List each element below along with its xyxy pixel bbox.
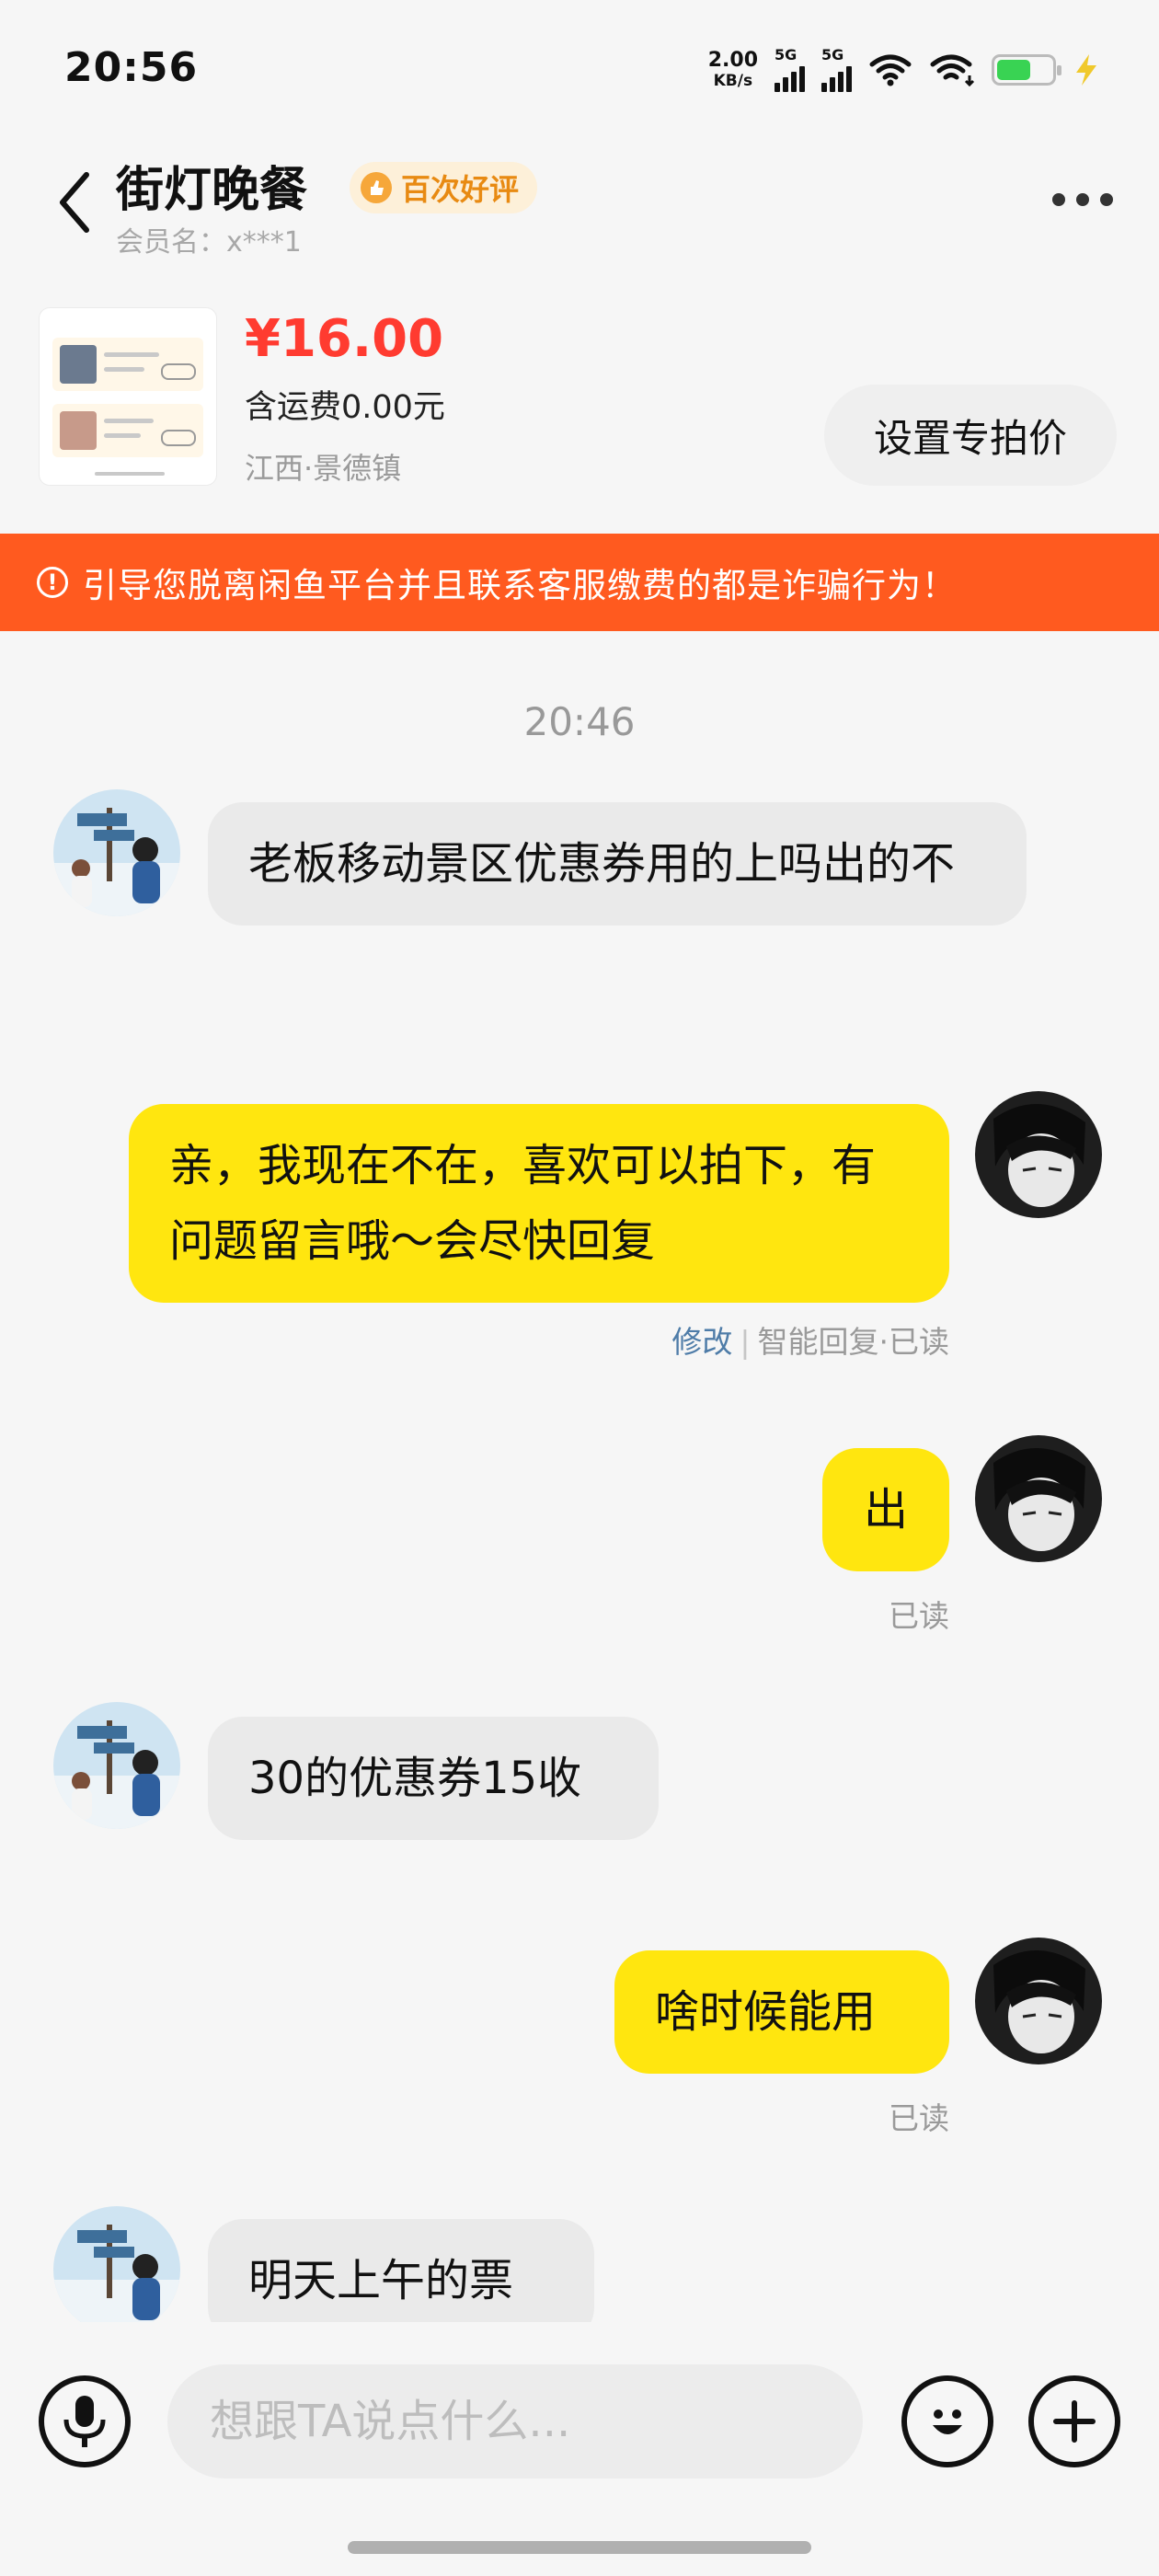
seller-name[interactable]: 街灯晚餐: [116, 151, 307, 220]
back-button[interactable]: [52, 166, 98, 239]
message-bubble-out[interactable]: 出: [822, 1448, 949, 1571]
signal-label: 5G: [775, 46, 798, 63]
status-icons: 2.00 KB/s 5G 5G: [708, 46, 1100, 92]
message-meta: 修改 | 智能回复·已读: [671, 1317, 949, 1362]
member-name: 会员名：x***1: [116, 226, 302, 259]
product-location: 江西·景德镇: [245, 451, 402, 486]
message-bubble-out[interactable]: 啥时候能用: [614, 1950, 949, 2074]
emoji-button[interactable]: [901, 2375, 993, 2467]
signal-label-2: 5G: [821, 46, 844, 63]
buyer-avatar[interactable]: [53, 789, 180, 916]
chevron-left-icon: [60, 172, 89, 233]
message-input[interactable]: [167, 2364, 863, 2478]
wifi-icon: [869, 54, 912, 86]
home-indicator[interactable]: [348, 2541, 811, 2554]
set-special-price-button[interactable]: 设置专拍价: [824, 385, 1117, 486]
badge-label: 百次好评: [401, 172, 520, 207]
product-price: ¥16.00: [245, 309, 444, 369]
network-speed: 2.00 KB/s: [708, 51, 758, 89]
my-avatar[interactable]: [975, 1091, 1102, 1218]
time-separator: 20:46: [523, 699, 636, 744]
charging-icon: [1076, 54, 1096, 86]
alert-circle-icon: !: [37, 567, 68, 598]
read-status: 智能回复·已读: [757, 1324, 950, 1360]
buyer-avatar[interactable]: [53, 2206, 180, 2333]
signal-icon: 5G: [775, 46, 805, 92]
my-avatar[interactable]: [975, 1938, 1102, 2064]
message-bubble-in[interactable]: 30的优惠券15收: [208, 1717, 659, 1840]
signal-icon-2: 5G: [821, 46, 852, 92]
status-time: 20:56: [64, 44, 199, 91]
badge-icon: [361, 172, 392, 203]
warning-text: 引导您脱离闲鱼平台并且联系客服缴费的都是诈骗行为！: [83, 566, 957, 605]
message-bubble-out[interactable]: 亲，我现在不在，喜欢可以拍下，有问题留言哦～会尽快回复: [129, 1104, 949, 1303]
meta-separator: |: [740, 1324, 751, 1360]
message-bubble-in[interactable]: 老板移动景区优惠券用的上吗出的不: [208, 802, 1027, 926]
net-speed-unit: KB/s: [713, 72, 753, 90]
wifi-icon-2: [930, 54, 975, 86]
emoji-icon: [933, 2409, 962, 2434]
more-actions-button[interactable]: [1028, 2375, 1120, 2467]
microphone-icon: [63, 2396, 106, 2447]
fraud-warning-banner: ! 引导您脱离闲鱼平台并且联系客服缴费的都是诈骗行为！: [0, 534, 1159, 631]
read-status: 已读: [889, 2100, 949, 2136]
buyer-avatar[interactable]: [53, 1702, 180, 1829]
plus-icon: [1053, 2400, 1096, 2443]
my-avatar[interactable]: [975, 1435, 1102, 1562]
more-button[interactable]: [1052, 193, 1113, 206]
edit-link[interactable]: 修改: [671, 1324, 732, 1360]
battery-icon: [992, 54, 1061, 86]
praise-badge: 百次好评: [350, 162, 538, 213]
net-speed-value: 2.00: [707, 49, 758, 72]
read-status: 已读: [889, 1598, 949, 1634]
product-thumbnail[interactable]: [39, 307, 217, 486]
voice-button[interactable]: [39, 2375, 131, 2467]
shipping-info: 含运费0.00元: [245, 389, 445, 426]
more-dots-icon: [1052, 193, 1065, 206]
